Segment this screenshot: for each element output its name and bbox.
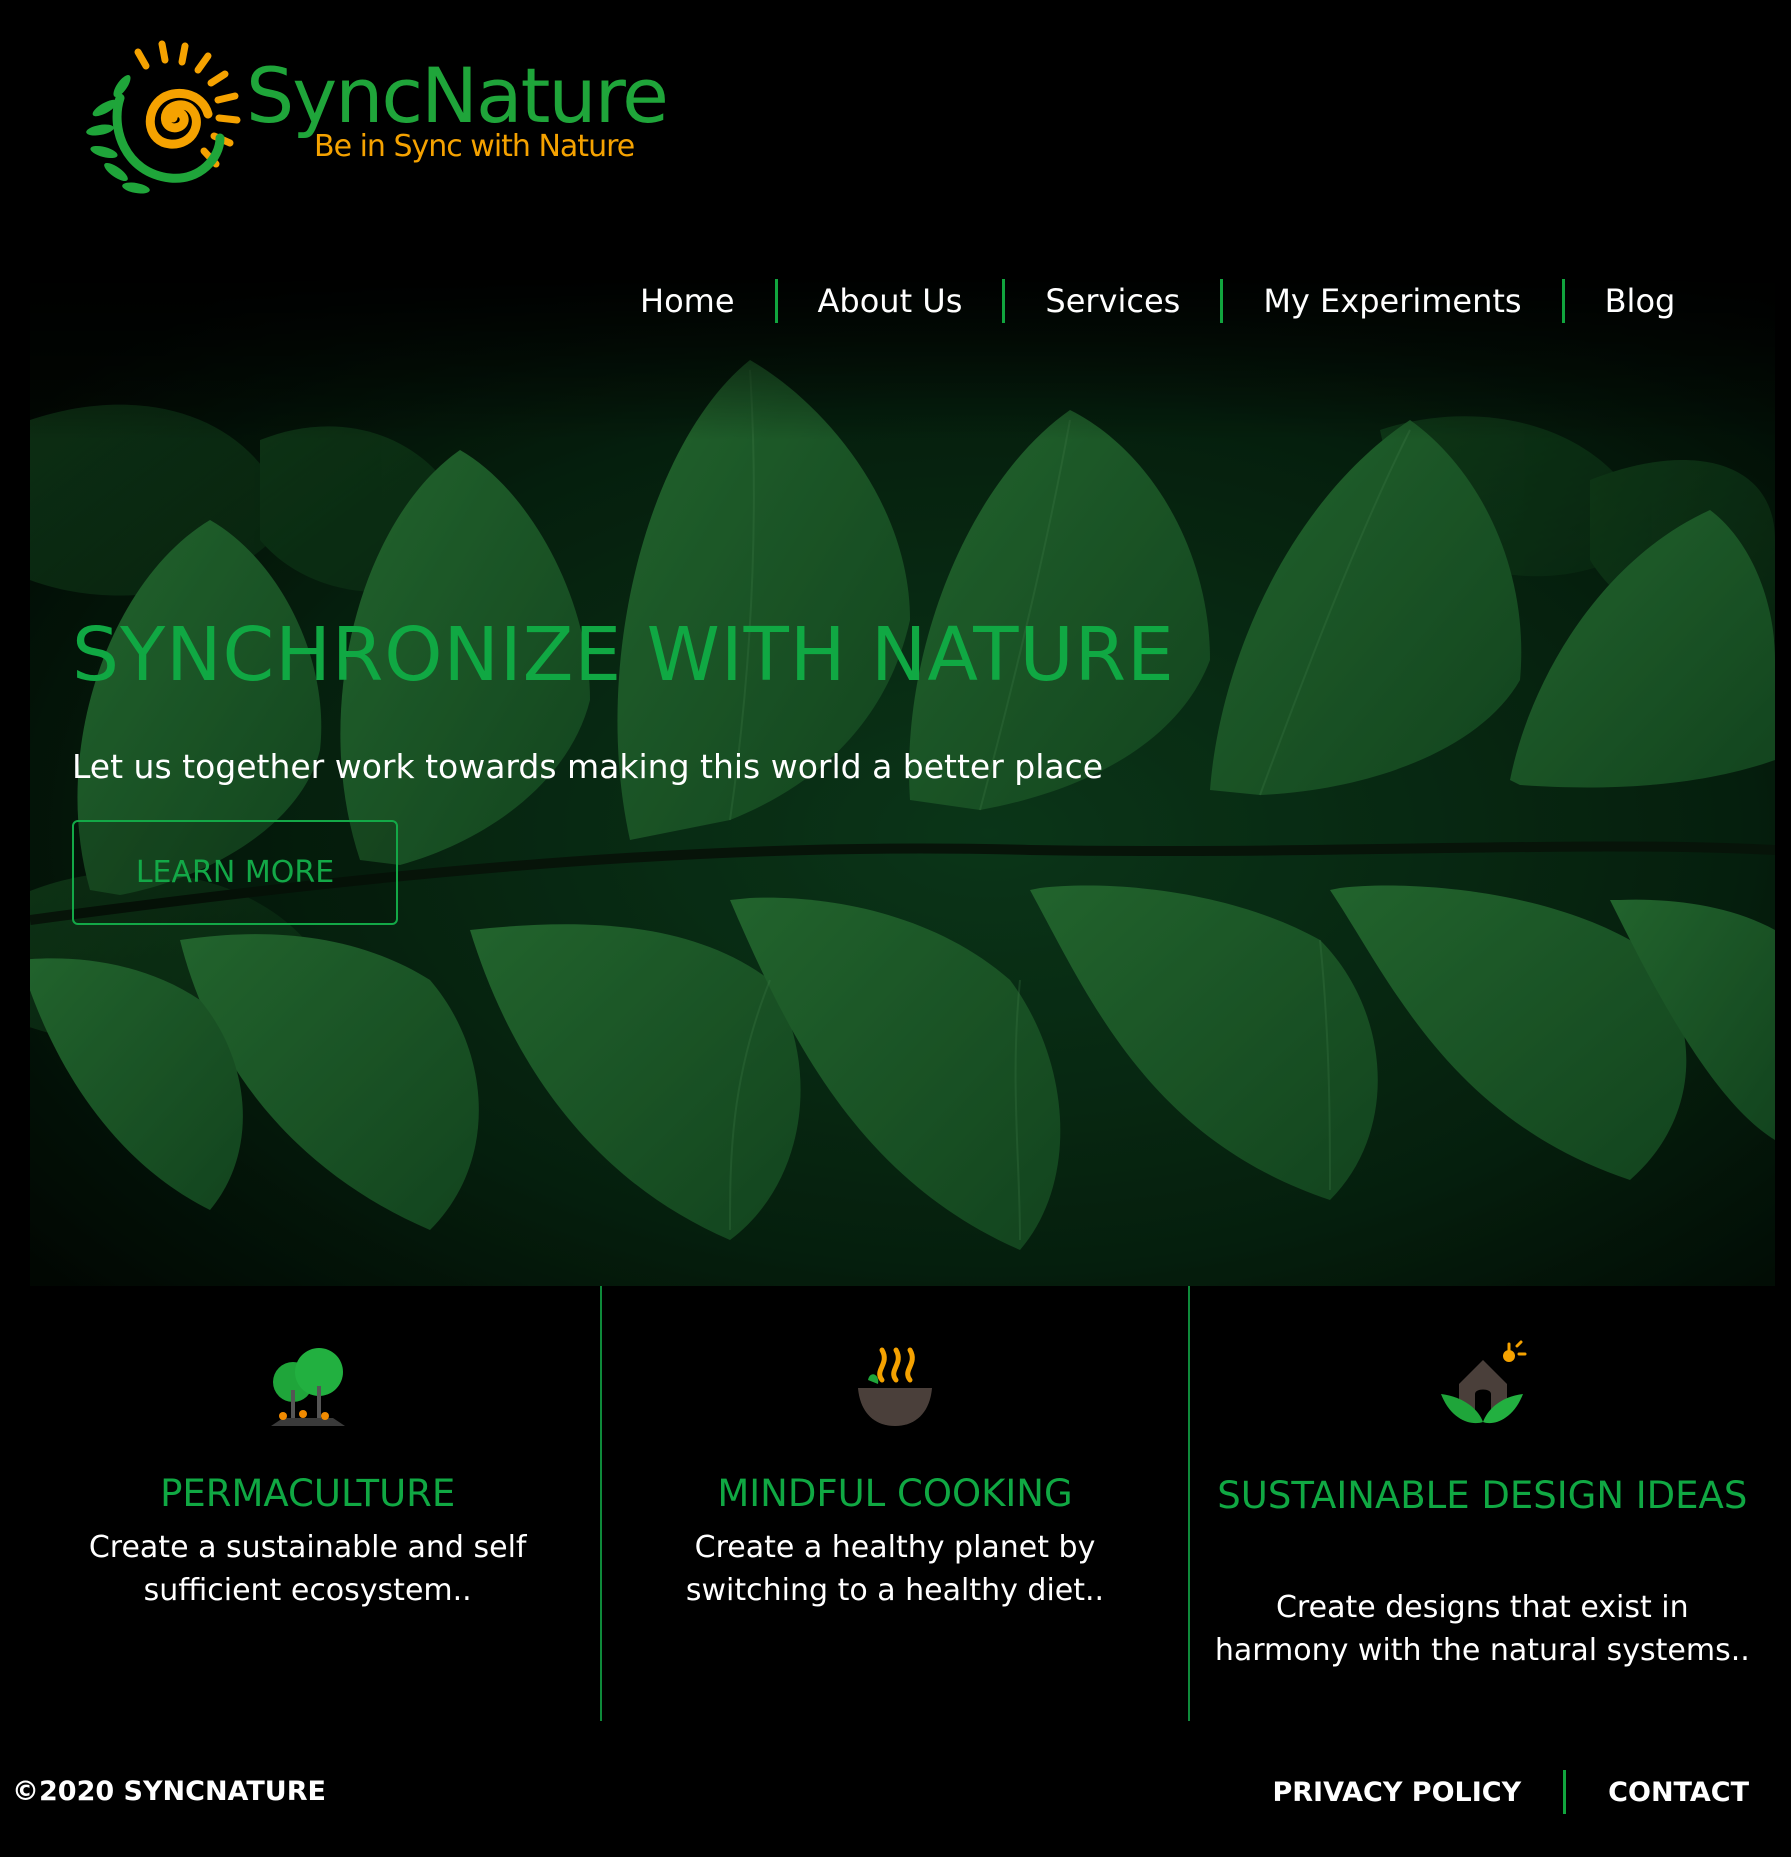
card-description: Create designs that exist in harmony wit… — [1214, 1590, 1750, 1668]
card-description: Create a healthy planet by switching to … — [685, 1530, 1105, 1608]
footer-copyright: ©2020 SYNCNATURE — [12, 1776, 326, 1807]
nav-item-my-experiments[interactable]: My Experiments — [1223, 279, 1561, 323]
hero-subtitle: Let us together work towards making this… — [72, 747, 1104, 786]
card-mindful-cooking[interactable]: MINDFUL COOKING Create a healthy planet … — [600, 1286, 1187, 1721]
main-nav: Home About Us Services My Experiments Bl… — [600, 276, 1715, 326]
nav-item-blog[interactable]: Blog — [1565, 279, 1716, 323]
hero-title: SYNCHRONIZE WITH NATURE — [72, 612, 1175, 698]
brand-name: SyncNature — [246, 51, 669, 140]
brand-logo[interactable]: SyncNature Be in Sync with Nature — [70, 38, 669, 208]
nav-item-services[interactable]: Services — [1005, 279, 1220, 323]
nav-item-home[interactable]: Home — [600, 279, 775, 323]
card-description: Create a sustainable and self sufficient… — [88, 1530, 527, 1608]
learn-more-button[interactable]: LEARN MORE — [72, 820, 398, 925]
footer-links: PRIVACY POLICY CONTACT — [1230, 1770, 1761, 1814]
card-sustainable-design[interactable]: SUSTAINABLE DESIGN IDEAS Create designs … — [1187, 1286, 1775, 1721]
card-permaculture[interactable]: PERMACULTURE Create a sustainable and se… — [15, 1286, 600, 1721]
card-title: MINDFUL COOKING — [717, 1472, 1073, 1515]
eco-house-icon — [1441, 1340, 1527, 1424]
page: SyncNature Be in Sync with Nature Home A… — [0, 0, 1791, 1857]
feature-cards: PERMACULTURE Create a sustainable and se… — [15, 1286, 1775, 1721]
trees-icon — [270, 1348, 345, 1426]
brand-tagline: Be in Sync with Nature — [314, 129, 635, 164]
sun-spiral-icon — [86, 40, 241, 194]
card-title: SUSTAINABLE DESIGN IDEAS — [1217, 1474, 1748, 1517]
cooking-bowl-icon — [857, 1347, 932, 1426]
card-title: PERMACULTURE — [160, 1472, 456, 1515]
nav-item-about-us[interactable]: About Us — [778, 279, 1003, 323]
contact-link[interactable]: CONTACT — [1566, 1777, 1761, 1808]
privacy-policy-link[interactable]: PRIVACY POLICY — [1230, 1777, 1563, 1808]
